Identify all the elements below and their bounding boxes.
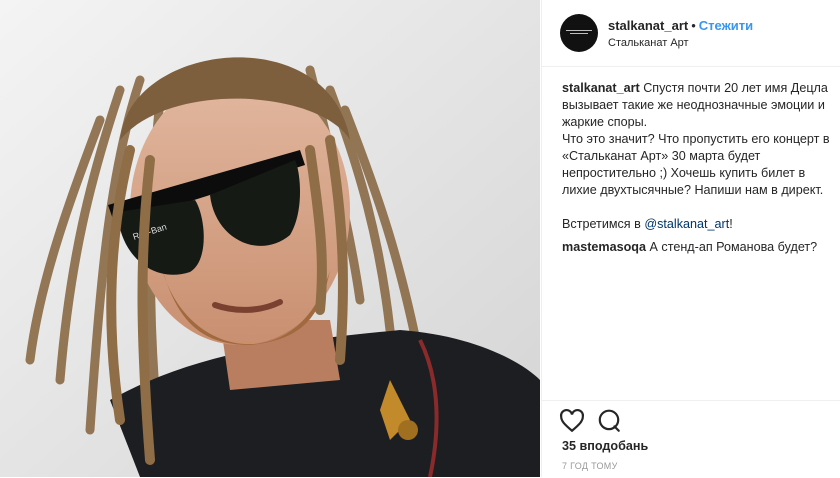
caption-mention-link[interactable]: @stalkanat_art bbox=[644, 217, 729, 231]
caption-username[interactable]: stalkanat_art bbox=[562, 81, 640, 95]
header-separator: • bbox=[691, 18, 696, 33]
caption-line-3-suffix: ! bbox=[729, 217, 733, 231]
follow-button[interactable]: Стежити bbox=[699, 18, 753, 33]
post-sidebar: stalkanat_art • Стежити Стальканат Арт sta… bbox=[541, 0, 840, 477]
instagram-post-window: Ray-Ban stalkanat_art • Стежити Сталькан… bbox=[0, 0, 840, 477]
caption-line-2: Что это значит? Что пропустить его конце… bbox=[562, 132, 830, 197]
post-header: stalkanat_art • Стежити Стальканат Арт bbox=[542, 0, 840, 67]
comment-username[interactable]: mastemasoqa bbox=[562, 240, 646, 254]
post-photo[interactable]: Ray-Ban bbox=[0, 0, 540, 477]
header-row: stalkanat_art • Стежити bbox=[608, 18, 753, 33]
comment-item: mastemasoqa А стенд-ап Романова будет? bbox=[562, 239, 837, 256]
stalkanat-logo-icon bbox=[566, 30, 592, 35]
post-actions: 35 вподобань 7 ГОД ТОМУ bbox=[542, 400, 840, 478]
post-comments-area: stalkanat_art Спустя почти 20 лет имя Де… bbox=[562, 80, 837, 256]
speech-bubble-icon[interactable] bbox=[596, 408, 622, 434]
comment-text: А стенд-ап Романова будет? bbox=[649, 240, 818, 254]
post-caption: stalkanat_art Спустя почти 20 лет имя Де… bbox=[562, 80, 837, 233]
header-username[interactable]: stalkanat_art bbox=[608, 18, 688, 33]
post-timestamp[interactable]: 7 ГОД ТОМУ bbox=[562, 461, 618, 471]
location-link[interactable]: Стальканат Арт bbox=[608, 37, 689, 49]
avatar[interactable] bbox=[560, 14, 598, 52]
likes-count[interactable]: 35 вподобань bbox=[562, 439, 648, 453]
heart-outline-icon[interactable] bbox=[559, 408, 585, 434]
photo-illustration: Ray-Ban bbox=[0, 0, 540, 477]
caption-line-3-prefix: Встретимся в bbox=[562, 217, 645, 231]
